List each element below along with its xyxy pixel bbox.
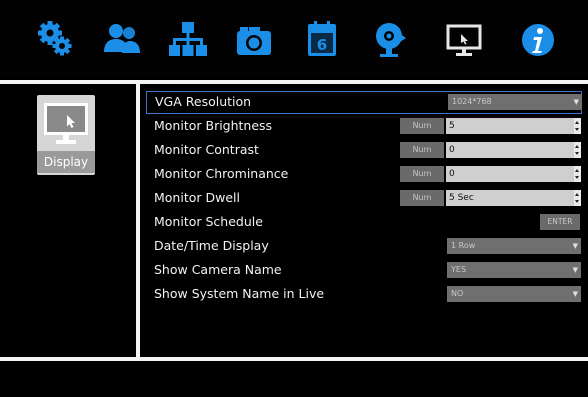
setting-monitor-schedule: Monitor Schedule ENTER	[146, 211, 582, 234]
enter-button[interactable]: ENTER	[540, 214, 580, 230]
num-button[interactable]: Num	[400, 142, 444, 158]
users-icon[interactable]	[100, 18, 144, 62]
sidebar-divider	[136, 84, 140, 359]
network-icon[interactable]	[166, 18, 210, 62]
schedule-day: 6	[317, 36, 327, 54]
setting-label: Monitor Brightness	[154, 118, 273, 133]
alarm-icon[interactable]	[370, 18, 414, 62]
camera-icon[interactable]	[232, 18, 276, 62]
sidebar-item-label: Display	[37, 151, 95, 173]
setting-monitor-chrominance: Monitor Chrominance Num 0	[146, 163, 582, 186]
setting-label: Show System Name in Live	[154, 286, 325, 301]
chevron-down-icon: ▼	[572, 266, 578, 274]
system-name-select[interactable]: NO ▼	[447, 286, 581, 302]
setting-datetime-display: Date/Time Display 1 Row ▼	[146, 235, 582, 258]
setting-monitor-dwell: Monitor Dwell Num 5 Sec	[146, 187, 582, 210]
select-value: YES	[451, 265, 467, 274]
datetime-select[interactable]: 1 Row ▼	[447, 238, 581, 254]
camera-name-select[interactable]: YES ▼	[447, 262, 581, 278]
vga-resolution-select[interactable]: 1024*768 ▼	[448, 94, 582, 110]
setting-label: Monitor Chrominance	[154, 166, 289, 181]
contrast-input[interactable]: 0	[446, 142, 574, 158]
chrominance-input[interactable]: 0	[446, 166, 574, 182]
setting-label: Monitor Dwell	[154, 190, 240, 205]
chevron-down-icon: ▼	[573, 98, 579, 106]
num-button[interactable]: Num	[400, 166, 444, 182]
setting-label: Date/Time Display	[154, 238, 269, 253]
system-settings-icon[interactable]	[34, 18, 78, 62]
setting-vga-resolution[interactable]: VGA Resolution 1024*768 ▼	[146, 91, 582, 114]
spinner-arrows-icon[interactable]	[574, 166, 581, 182]
num-button[interactable]: Num	[400, 190, 444, 206]
chevron-down-icon: ▼	[572, 290, 578, 298]
bottom-divider	[0, 357, 588, 361]
chevron-down-icon: ▼	[572, 242, 578, 250]
setting-show-system-name: Show System Name in Live NO ▼	[146, 283, 582, 306]
brightness-input[interactable]: 5	[446, 118, 574, 134]
setting-monitor-brightness: Monitor Brightness Num 5	[146, 115, 582, 138]
spinner-arrows-icon[interactable]	[574, 190, 581, 206]
select-value: 1024*768	[452, 97, 492, 106]
spinner-arrows-icon[interactable]	[574, 142, 581, 158]
info-icon[interactable]	[516, 18, 560, 62]
top-divider	[0, 80, 588, 84]
top-toolbar: 6	[0, 0, 588, 78]
select-value: 1 Row	[451, 241, 476, 250]
dwell-input[interactable]: 5 Sec	[446, 190, 574, 206]
spinner-arrows-icon[interactable]	[574, 118, 581, 134]
monitor-icon	[44, 103, 88, 144]
display-icon[interactable]	[442, 18, 486, 62]
setting-label: Show Camera Name	[154, 262, 282, 277]
sidebar-item-display[interactable]: Display	[37, 95, 95, 175]
setting-monitor-contrast: Monitor Contrast Num 0	[146, 139, 582, 162]
setting-label: Monitor Contrast	[154, 142, 259, 157]
setting-show-camera-name: Show Camera Name YES ▼	[146, 259, 582, 282]
select-value: NO	[451, 289, 464, 298]
setting-label: Monitor Schedule	[154, 214, 263, 229]
schedule-icon[interactable]: 6	[300, 18, 344, 62]
num-button[interactable]: Num	[400, 118, 444, 134]
setting-label: VGA Resolution	[155, 94, 252, 109]
